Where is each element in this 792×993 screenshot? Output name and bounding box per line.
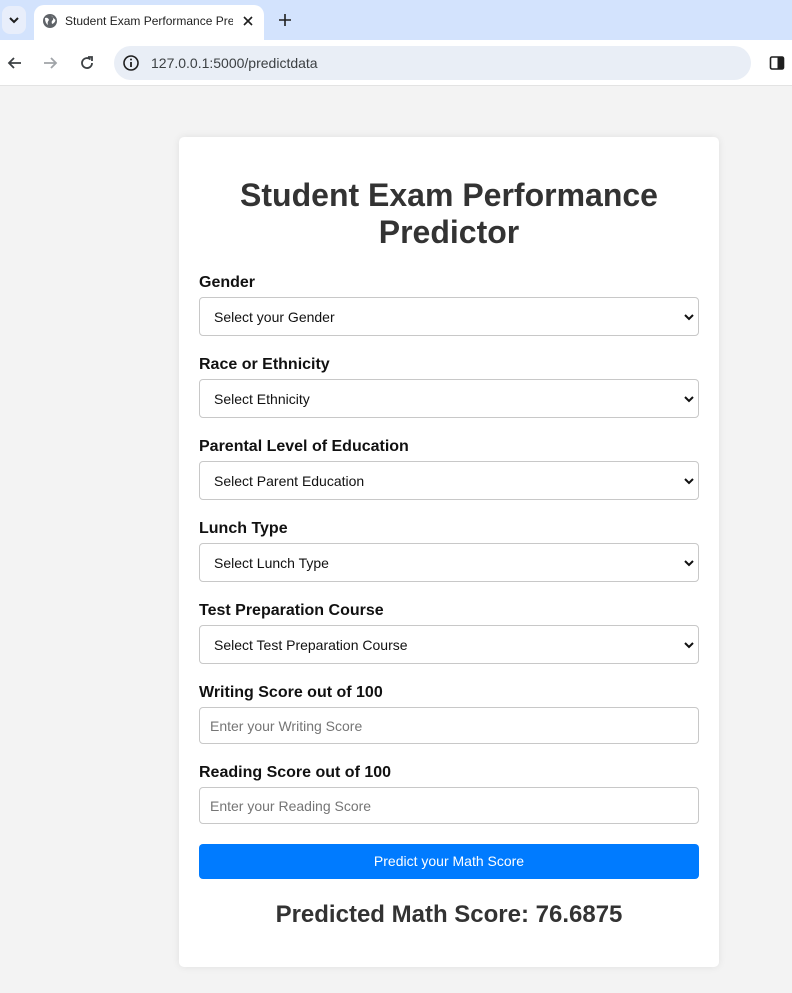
close-icon[interactable]: [240, 13, 256, 29]
predict-button[interactable]: Predict your Math Score: [199, 844, 699, 879]
lunch-type-select[interactable]: Select Lunch Type: [199, 543, 699, 582]
url-text: 127.0.0.1:5000/predictdata: [151, 55, 318, 71]
chevron-down-icon: [684, 642, 694, 649]
reading-score-label: Reading Score out of 100: [199, 764, 392, 781]
gender-label: Gender: [199, 274, 256, 291]
forward-arrow-icon[interactable]: [41, 54, 59, 72]
gender-select-value: Select your Gender: [214, 309, 335, 325]
parent-education-select-value: Select Parent Education: [214, 473, 365, 489]
ethnicity-label: Race or Ethnicity: [199, 356, 330, 373]
parent-education-label: Parental Level of Education: [199, 438, 409, 455]
reading-score-field-wrapper: [199, 787, 699, 824]
writing-score-field-wrapper: [199, 707, 699, 744]
info-icon[interactable]: [122, 54, 140, 72]
tab-bar: Student Exam Performance Predictor: [0, 0, 792, 40]
test-prep-select[interactable]: Select Test Preparation Course: [199, 625, 699, 664]
reading-score-input[interactable]: [200, 788, 698, 823]
test-prep-label: Test Preparation Course: [199, 602, 384, 619]
lunch-type-label: Lunch Type: [199, 520, 288, 537]
address-bar[interactable]: 127.0.0.1:5000/predictdata: [114, 46, 751, 80]
tab-title: Student Exam Performance Predictor: [65, 14, 233, 28]
writing-score-input[interactable]: [200, 708, 698, 743]
predictor-form-card: Student Exam Performance Predictor Gende…: [179, 137, 719, 967]
parent-education-select[interactable]: Select Parent Education: [199, 461, 699, 500]
chevron-down-icon: [684, 314, 694, 321]
predicted-score-result: Predicted Math Score: 76.6875: [275, 901, 623, 928]
plus-icon[interactable]: [277, 12, 293, 28]
reload-icon[interactable]: [78, 54, 96, 72]
chevron-down-icon: [684, 560, 694, 567]
lunch-type-select-value: Select Lunch Type: [214, 555, 329, 571]
side-panel-icon[interactable]: [768, 54, 786, 72]
globe-icon: [43, 14, 57, 28]
ethnicity-select-value: Select Ethnicity: [214, 391, 310, 407]
chevron-down-icon: [684, 396, 694, 403]
browser-toolbar: 127.0.0.1:5000/predictdata: [0, 40, 792, 86]
back-arrow-icon[interactable]: [6, 54, 24, 72]
test-prep-select-value: Select Test Preparation Course: [214, 637, 408, 653]
chevron-down-icon: [684, 478, 694, 485]
gender-select[interactable]: Select your Gender: [199, 297, 699, 336]
writing-score-label: Writing Score out of 100: [199, 684, 383, 701]
ethnicity-select[interactable]: Select Ethnicity: [199, 379, 699, 418]
tab-list-icon: [9, 17, 19, 24]
browser-tab-active[interactable]: Student Exam Performance Predictor: [34, 5, 264, 40]
tab-search-button[interactable]: [2, 6, 26, 34]
page-title: Student Exam Performance Predictor: [240, 177, 658, 250]
